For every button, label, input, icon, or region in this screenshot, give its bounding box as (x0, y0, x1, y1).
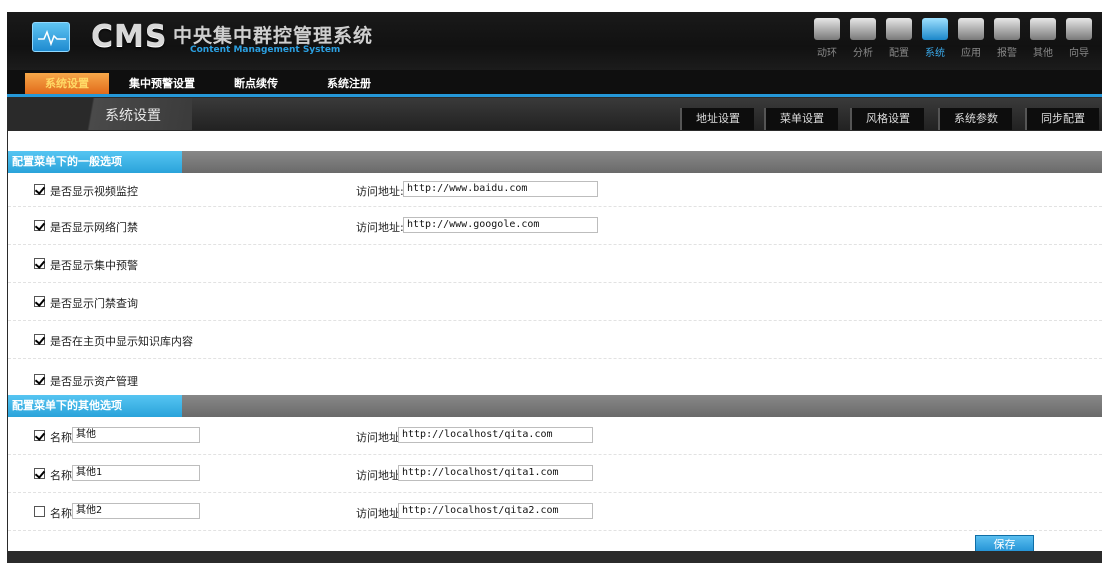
name-label: 名称 (50, 431, 72, 444)
option-row: 是否在主页中显示知识库内容 (8, 321, 1102, 359)
name-label: 名称 (50, 507, 72, 520)
tab-system-settings[interactable]: 系统设置 (25, 73, 109, 95)
main-tab-bar: 系统设置 集中预警设置 断点续传 系统注册 (7, 70, 1102, 97)
page-title: 系统设置 (105, 108, 161, 124)
section-general-header: 配置菜单下的一般选项 (8, 151, 1102, 173)
option-row: 是否显示门禁查询 (8, 283, 1102, 321)
other1-name-field[interactable]: 其他1 (72, 465, 200, 481)
section-other-title: 配置菜单下的其他选项 (8, 395, 182, 417)
addr-label: 访问地址: (356, 469, 404, 482)
other2-checkbox[interactable] (34, 506, 45, 517)
server-icon (814, 18, 840, 40)
topnav-label: 向导 (1069, 48, 1089, 59)
logo-en-subtitle: Content Management System (190, 45, 341, 55)
settings-panel: 配置菜单下的一般选项 是否显示视频监控 访问地址: http://www.bai… (8, 131, 1102, 554)
app-window: CMS 中央集中群控管理系统 Content Management System… (7, 12, 1102, 563)
topnav-other[interactable]: 其他 (1028, 18, 1058, 59)
system-icon (922, 18, 948, 40)
option-row: 是否显示集中预警 (8, 245, 1102, 283)
topnav-system[interactable]: 系统 (920, 18, 950, 59)
option-label: 是否显示视频监控 (50, 185, 138, 198)
topnav-alarm[interactable]: 报警 (992, 18, 1022, 59)
other-checkbox[interactable] (34, 430, 45, 441)
top-nav: 动环 分析 配置 系统 应用 报警 其他 向导 (812, 18, 1094, 59)
logo-text: CMS (91, 19, 168, 54)
subtab-params[interactable]: 系统参数 (938, 108, 1012, 130)
network-access-checkbox[interactable] (34, 220, 45, 231)
option-label: 是否在主页中显示知识库内容 (50, 335, 193, 348)
topnav-label: 报警 (997, 48, 1017, 59)
logo-cn-title: 中央集中群控管理系统 (173, 25, 374, 47)
topnav-label: 分析 (853, 48, 873, 59)
other1-checkbox[interactable] (34, 468, 45, 479)
footer-bar (7, 551, 1102, 563)
tab-accent-line (7, 94, 1102, 97)
other-row: 名称 其他1 访问地址: http://localhost/qita1.com (8, 455, 1102, 493)
alarm-icon (994, 18, 1020, 40)
name-label: 名称 (50, 469, 72, 482)
sub-header: 系统设置 地址设置 菜单设置 风格设置 系统参数 同步配置 (7, 98, 1102, 130)
sub-header-corner (7, 98, 192, 130)
other1-url-field[interactable]: http://localhost/qita1.com (398, 465, 593, 481)
section-other-header: 配置菜单下的其他选项 (8, 395, 1102, 417)
other2-name-field[interactable]: 其他2 (72, 503, 200, 519)
option-label: 是否显示网络门禁 (50, 221, 138, 234)
header: CMS 中央集中群控管理系统 Content Management System… (7, 12, 1102, 70)
addr-label: 访问地址: (356, 221, 404, 234)
subtab-sync[interactable]: 同步配置 (1025, 108, 1099, 130)
config-icon (886, 18, 912, 40)
topnav-label: 动环 (817, 48, 837, 59)
subtab-style[interactable]: 风格设置 (850, 108, 924, 130)
app-icon (958, 18, 984, 40)
addr-label: 访问地址: (356, 507, 404, 520)
other-name-field[interactable]: 其他 (72, 427, 200, 443)
option-row: 是否显示网络门禁 访问地址: http://www.googole.com (8, 207, 1102, 245)
option-label: 是否显示门禁查询 (50, 297, 138, 310)
section-general-title: 配置菜单下的一般选项 (8, 151, 182, 173)
other-row: 名称 其他 访问地址: http://localhost/qita.com (8, 417, 1102, 455)
topnav-label: 其他 (1033, 48, 1053, 59)
central-alert-checkbox[interactable] (34, 258, 45, 269)
other-url-field[interactable]: http://localhost/qita.com (398, 427, 593, 443)
topnav-dynamic-env[interactable]: 动环 (812, 18, 842, 59)
subtab-menu[interactable]: 菜单设置 (764, 108, 838, 130)
chart-icon (850, 18, 876, 40)
topnav-app[interactable]: 应用 (956, 18, 986, 59)
video-monitor-url-field[interactable]: http://www.baidu.com (403, 181, 598, 197)
tab-resume-transfer[interactable]: 断点续传 (214, 73, 298, 95)
topnav-label: 系统 (925, 48, 945, 59)
wizard-icon (1066, 18, 1092, 40)
topnav-wizard[interactable]: 向导 (1064, 18, 1094, 59)
other-row: 名称 其他2 访问地址: http://localhost/qita2.com (8, 493, 1102, 531)
subtab-address[interactable]: 地址设置 (680, 108, 754, 130)
network-access-url-field[interactable]: http://www.googole.com (403, 217, 598, 233)
access-query-checkbox[interactable] (34, 296, 45, 307)
addr-label: 访问地址: (356, 185, 404, 198)
monitor-logo-icon (32, 22, 70, 52)
tab-central-alert[interactable]: 集中预警设置 (120, 73, 204, 95)
addr-label: 访问地址: (356, 431, 404, 444)
other2-url-field[interactable]: http://localhost/qita2.com (398, 503, 593, 519)
option-label: 是否显示资产管理 (50, 375, 138, 388)
topnav-config[interactable]: 配置 (884, 18, 914, 59)
topnav-analysis[interactable]: 分析 (848, 18, 878, 59)
topnav-label: 应用 (961, 48, 981, 59)
option-row: 是否显示视频监控 访问地址: http://www.baidu.com (8, 173, 1102, 207)
topnav-label: 配置 (889, 48, 909, 59)
video-monitor-checkbox[interactable] (34, 184, 45, 195)
other-icon (1030, 18, 1056, 40)
tab-system-register[interactable]: 系统注册 (307, 73, 391, 95)
knowledge-base-checkbox[interactable] (34, 334, 45, 345)
asset-management-checkbox[interactable] (34, 374, 45, 385)
option-row: 是否显示资产管理 (8, 359, 1102, 393)
option-label: 是否显示集中预警 (50, 259, 138, 272)
